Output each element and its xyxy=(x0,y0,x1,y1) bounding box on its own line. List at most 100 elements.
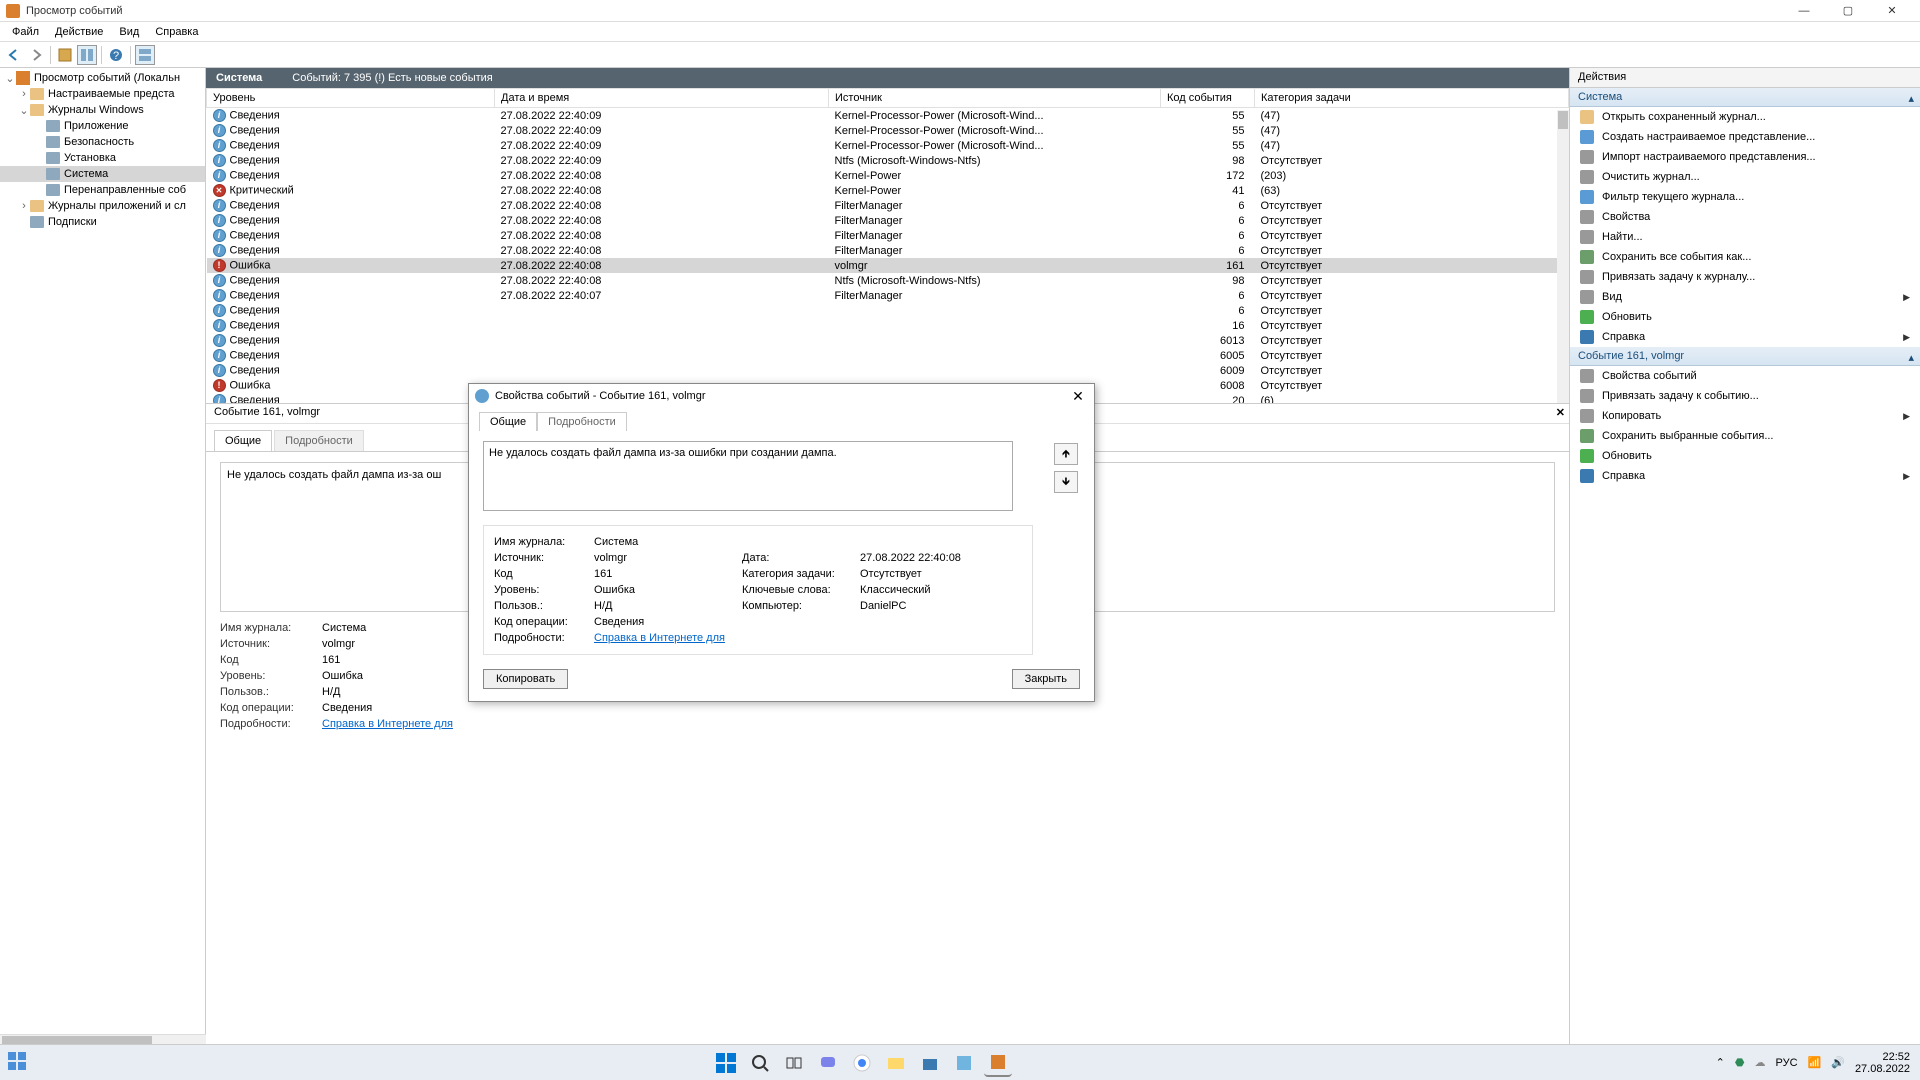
widgets-button[interactable] xyxy=(0,1052,18,1073)
clock[interactable]: 22:52 27.08.2022 xyxy=(1855,1051,1910,1075)
action-item[interactable]: Открыть сохраненный журнал... xyxy=(1570,107,1920,127)
tree-item[interactable]: Приложение xyxy=(0,118,205,134)
tree-item[interactable]: ›Журналы приложений и сл xyxy=(0,198,205,214)
action-item[interactable]: Фильтр текущего журнала... xyxy=(1570,187,1920,207)
collapse-icon[interactable]: ▴ xyxy=(1908,92,1914,105)
start-button[interactable] xyxy=(712,1049,740,1077)
table-scrollbar[interactable] xyxy=(1557,110,1569,403)
event-row[interactable]: Сведения27.08.2022 22:40:08Ntfs (Microso… xyxy=(207,273,1569,288)
prev-event-button[interactable]: 🡹 xyxy=(1054,443,1078,465)
tree-item[interactable]: Система xyxy=(0,166,205,182)
col-source[interactable]: Источник xyxy=(829,89,1161,108)
settings-icon[interactable] xyxy=(950,1049,978,1077)
action-item[interactable]: Найти... xyxy=(1570,227,1920,247)
action-item[interactable]: Привязать задачу к журналу... xyxy=(1570,267,1920,287)
menu-file[interactable]: Файл xyxy=(4,24,47,40)
action-item[interactable]: Сохранить выбранные события... xyxy=(1570,426,1920,446)
taskbar[interactable]: ⌃ ⬣ ☁ РУС 📶 🔊 22:52 27.08.2022 xyxy=(0,1044,1920,1080)
event-row[interactable]: Сведения27.08.2022 22:40:09Kernel-Proces… xyxy=(207,108,1569,124)
col-eventid[interactable]: Код события xyxy=(1161,89,1255,108)
event-row[interactable]: Сведения27.08.2022 22:40:09Ntfs (Microso… xyxy=(207,153,1569,168)
action-item[interactable]: Свойства событий xyxy=(1570,366,1920,386)
action-item[interactable]: Обновить xyxy=(1570,307,1920,327)
menu-view[interactable]: Вид xyxy=(111,24,147,40)
event-row[interactable]: Сведения27.08.2022 22:40:08FilterManager… xyxy=(207,213,1569,228)
tree-item[interactable]: ⌄Журналы Windows xyxy=(0,102,205,118)
event-row[interactable]: Сведения27.08.2022 22:40:07FilterManager… xyxy=(207,288,1569,303)
layout-button[interactable] xyxy=(77,45,97,65)
event-row[interactable]: Сведения27.08.2022 22:40:09Kernel-Proces… xyxy=(207,138,1569,153)
tray-expand-icon[interactable]: ⌃ xyxy=(1716,1056,1725,1069)
action-item[interactable]: Создать настраиваемое представление... xyxy=(1570,127,1920,147)
back-button[interactable] xyxy=(4,45,24,65)
action-item[interactable]: Справка▶ xyxy=(1570,327,1920,347)
action-item[interactable]: Вид▶ xyxy=(1570,287,1920,307)
forward-button[interactable] xyxy=(26,45,46,65)
onedrive-icon[interactable]: ☁ xyxy=(1755,1056,1766,1069)
chrome-icon[interactable] xyxy=(848,1049,876,1077)
event-row[interactable]: Сведения6009Отсутствует xyxy=(207,363,1569,378)
event-row[interactable]: Сведения27.08.2022 22:40:08FilterManager… xyxy=(207,228,1569,243)
tree-item[interactable]: Безопасность xyxy=(0,134,205,150)
col-category[interactable]: Категория задачи xyxy=(1255,89,1569,108)
preview-button[interactable] xyxy=(135,45,155,65)
security-icon[interactable]: ⬣ xyxy=(1735,1056,1745,1069)
event-row[interactable]: Ошибка27.08.2022 22:40:08volmgr161Отсутс… xyxy=(207,258,1569,273)
dialog-close-button[interactable]: ✕ xyxy=(1068,388,1088,405)
event-row[interactable]: Сведения6Отсутствует xyxy=(207,303,1569,318)
store-icon[interactable] xyxy=(916,1049,944,1077)
tree-item[interactable]: Перенаправленные соб xyxy=(0,182,205,198)
explorer-icon[interactable] xyxy=(882,1049,910,1077)
show-tree-button[interactable] xyxy=(55,45,75,65)
nav-tree[interactable]: ⌄ Просмотр событий (Локальн ›Настраиваем… xyxy=(0,68,206,1044)
eventviewer-icon[interactable] xyxy=(984,1049,1012,1077)
action-item[interactable]: Справка▶ xyxy=(1570,466,1920,486)
action-item[interactable]: Обновить xyxy=(1570,446,1920,466)
collapse-icon[interactable]: ▴ xyxy=(1908,351,1914,364)
event-row[interactable]: Сведения27.08.2022 22:40:08FilterManager… xyxy=(207,198,1569,213)
action-item[interactable]: Копировать▶ xyxy=(1570,406,1920,426)
tab-general[interactable]: Общие xyxy=(214,430,272,451)
event-row[interactable]: Сведения6013Отсутствует xyxy=(207,333,1569,348)
tree-item[interactable]: ›Настраиваемые предста xyxy=(0,86,205,102)
tree-item[interactable]: Установка xyxy=(0,150,205,166)
menu-help[interactable]: Справка xyxy=(147,24,206,40)
actions-section-event[interactable]: Событие 161, volmgr ▴ xyxy=(1570,347,1920,366)
col-datetime[interactable]: Дата и время xyxy=(495,89,829,108)
event-row[interactable]: Сведения27.08.2022 22:40:08FilterManager… xyxy=(207,243,1569,258)
event-row[interactable]: Сведения16Отсутствует xyxy=(207,318,1569,333)
action-item[interactable]: Сохранить все события как... xyxy=(1570,247,1920,267)
event-row[interactable]: Критический27.08.2022 22:40:08Kernel-Pow… xyxy=(207,183,1569,198)
tab-details[interactable]: Подробности xyxy=(274,430,364,451)
event-row[interactable]: Сведения27.08.2022 22:40:09Kernel-Proces… xyxy=(207,123,1569,138)
help-button[interactable]: ? xyxy=(106,45,126,65)
action-item[interactable]: Очистить журнал... xyxy=(1570,167,1920,187)
language-indicator[interactable]: РУС xyxy=(1776,1057,1798,1069)
action-item[interactable]: Свойства xyxy=(1570,207,1920,227)
search-button[interactable] xyxy=(746,1049,774,1077)
modal-tab-details[interactable]: Подробности xyxy=(537,412,627,431)
modal-help-link[interactable]: Справка в Интернете для xyxy=(594,632,734,644)
copy-button[interactable]: Копировать xyxy=(483,669,568,689)
menu-action[interactable]: Действие xyxy=(47,24,111,40)
next-event-button[interactable]: 🡻 xyxy=(1054,471,1078,493)
modal-tab-general[interactable]: Общие xyxy=(479,412,537,431)
tree-scrollbar[interactable] xyxy=(0,1034,206,1044)
tree-root[interactable]: ⌄ Просмотр событий (Локальн xyxy=(0,70,205,86)
help-link[interactable]: Справка в Интернете для xyxy=(322,718,482,730)
close-button[interactable]: ✕ xyxy=(1870,0,1914,22)
chat-button[interactable] xyxy=(814,1049,842,1077)
close-button[interactable]: Закрыть xyxy=(1012,669,1080,689)
action-item[interactable]: Привязать задачу к событию... xyxy=(1570,386,1920,406)
event-table[interactable]: Уровень Дата и время Источник Код событи… xyxy=(206,88,1569,403)
volume-icon[interactable]: 🔊 xyxy=(1831,1056,1845,1069)
event-row[interactable]: Сведения6005Отсутствует xyxy=(207,348,1569,363)
action-item[interactable]: Импорт настраиваемого представления... xyxy=(1570,147,1920,167)
taskview-button[interactable] xyxy=(780,1049,808,1077)
network-icon[interactable]: 📶 xyxy=(1808,1056,1822,1069)
maximize-button[interactable]: ▢ xyxy=(1826,0,1870,22)
tree-item[interactable]: Подписки xyxy=(0,214,205,230)
detail-close-button[interactable]: ✕ xyxy=(1556,406,1565,419)
actions-section-system[interactable]: Система ▴ xyxy=(1570,88,1920,107)
event-row[interactable]: Сведения27.08.2022 22:40:08Kernel-Power1… xyxy=(207,168,1569,183)
